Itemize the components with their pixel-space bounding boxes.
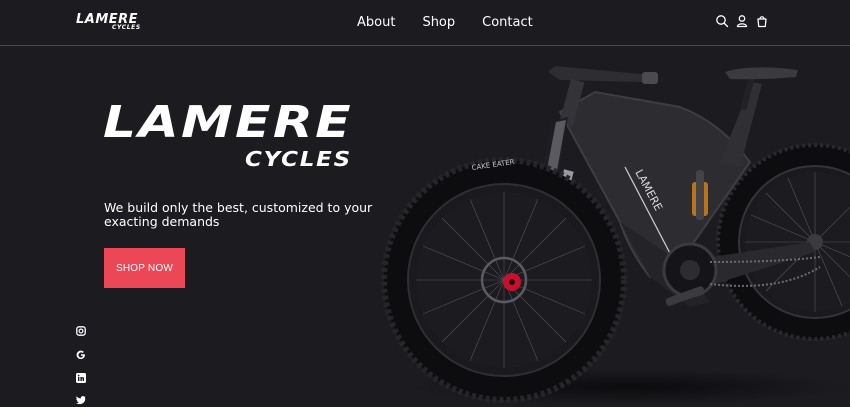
- hero-tagline: We build only the best, customized to yo…: [104, 200, 373, 229]
- user-icon[interactable]: [735, 14, 749, 28]
- logo-tagline: CYCLES: [112, 24, 141, 31]
- saddle: [725, 67, 798, 111]
- nav-about[interactable]: About: [357, 15, 395, 31]
- shop-now-button[interactable]: SHOP NOW: [104, 248, 185, 288]
- google-icon[interactable]: [76, 350, 86, 360]
- header-icons: [715, 14, 775, 28]
- logo[interactable]: LAMERE CYCLES: [76, 13, 154, 33]
- nav-shop[interactable]: Shop: [422, 15, 455, 31]
- nav-contact[interactable]: Contact: [482, 15, 533, 31]
- hero-subtitle: CYCLES: [245, 147, 352, 171]
- twitter-icon[interactable]: [76, 395, 86, 405]
- bike-image: LAMERE CAKE EATER: [381, 66, 850, 405]
- hero-title: LAMERE: [103, 97, 354, 148]
- instagram-icon[interactable]: [76, 326, 86, 336]
- linkedin-icon[interactable]: [76, 373, 86, 383]
- main-nav: About Shop Contact: [357, 15, 560, 31]
- cart-icon[interactable]: [755, 14, 769, 28]
- site-header: LAMERE CYCLES About Shop Contact: [0, 0, 850, 46]
- search-icon[interactable]: [715, 14, 729, 28]
- front-wheel: CAKE EATER: [381, 157, 627, 403]
